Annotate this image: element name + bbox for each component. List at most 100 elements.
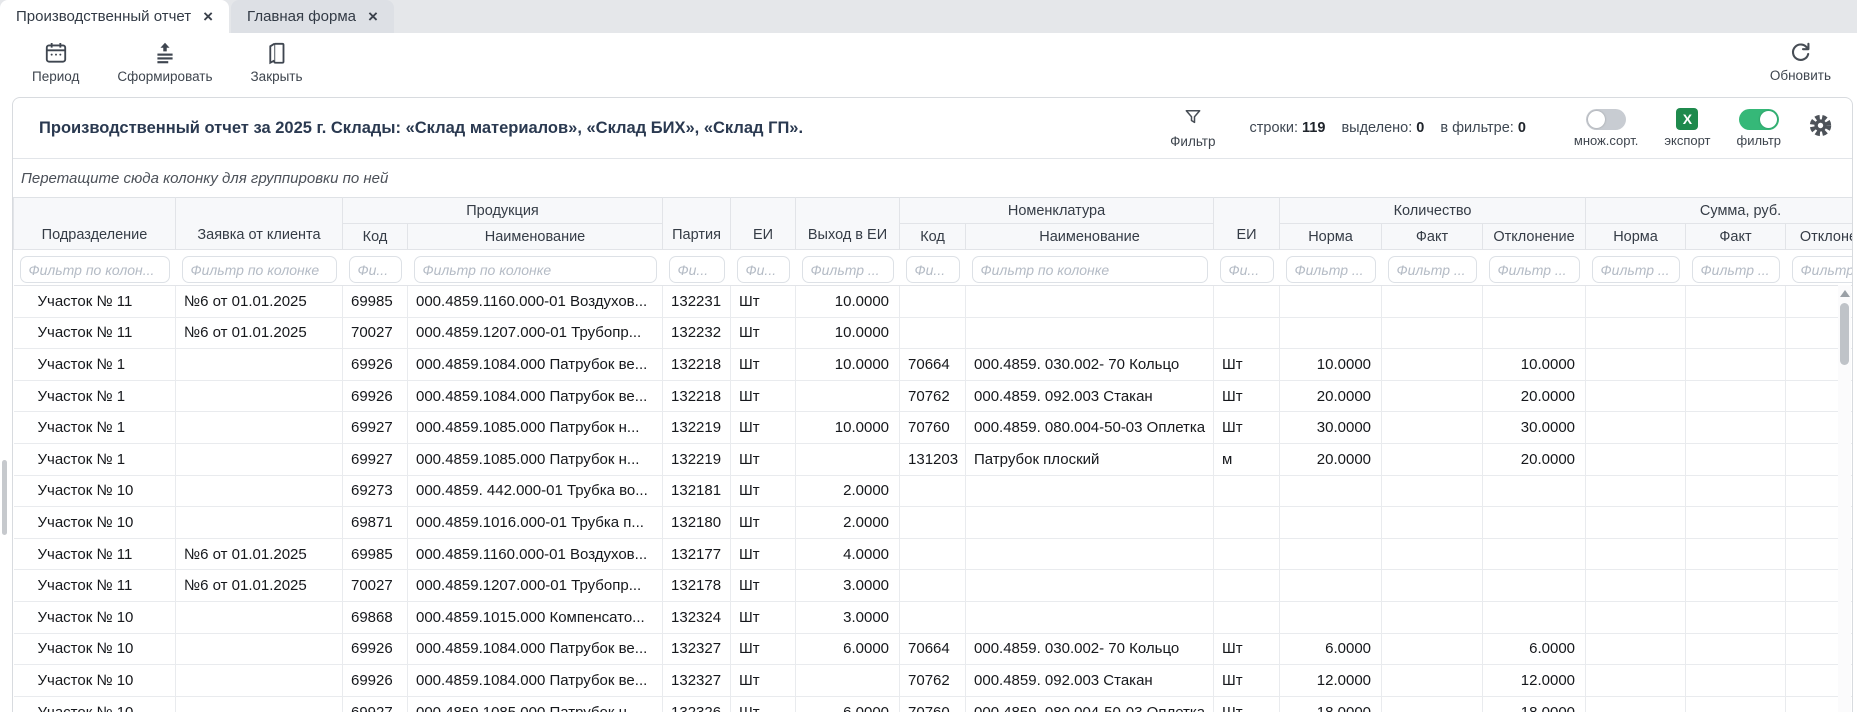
column-filter-input[interactable] — [20, 256, 170, 283]
table-row[interactable]: Участок № 169926000.4859.1084.000 Патруб… — [14, 380, 1854, 412]
column-header[interactable]: Наименование — [966, 224, 1214, 250]
refresh-button[interactable]: Обновить — [1760, 38, 1841, 85]
cell: Шт — [731, 601, 796, 633]
table-row[interactable]: Участок № 1069868000.4859.1015.000 Компе… — [14, 601, 1854, 633]
cell: 70664 — [900, 349, 966, 381]
cell: 70760 — [900, 696, 966, 712]
column-header[interactable]: Партия — [663, 198, 731, 250]
table-row[interactable]: Участок № 11№6 от 01.01.202570027000.485… — [14, 317, 1854, 349]
column-header[interactable]: Норма — [1586, 224, 1686, 250]
column-filter-input[interactable] — [1489, 256, 1580, 283]
column-filter-input[interactable] — [414, 256, 657, 283]
cell: Шт — [1214, 696, 1280, 712]
export-button[interactable]: X экспорт — [1664, 108, 1710, 148]
cell: 000.4859. 092.003 Стакан — [966, 665, 1214, 697]
scroll-up-arrow-icon[interactable] — [1840, 290, 1850, 297]
filter-toggle[interactable]: фильтр — [1737, 109, 1781, 148]
group-drop-zone[interactable]: Перетащите сюда колонку для группировки … — [13, 159, 1852, 197]
column-header[interactable]: Отклонение — [1483, 224, 1586, 250]
cell: №6 от 01.01.2025 — [176, 286, 343, 318]
column-filter-input[interactable] — [802, 256, 894, 283]
cell: 000.4859. 080.004-50-03 Оплетка — [966, 412, 1214, 444]
cell: 10.0000 — [796, 412, 900, 444]
table-row[interactable]: Участок № 11№6 от 01.01.202570027000.485… — [14, 570, 1854, 602]
cell: Участок № 1 — [14, 349, 176, 381]
tab-close-icon[interactable]: × — [368, 8, 378, 25]
column-header[interactable]: Отклонение — [1786, 224, 1853, 250]
cell: Шт — [731, 286, 796, 318]
cell: Участок № 1 — [14, 443, 176, 475]
cell — [176, 601, 343, 633]
cell: 3.0000 — [796, 570, 900, 602]
cell: Шт — [731, 696, 796, 712]
table-row[interactable]: Участок № 169927000.4859.1085.000 Патруб… — [14, 412, 1854, 444]
tab-close-icon[interactable]: × — [203, 8, 213, 25]
column-filter-input[interactable] — [1220, 256, 1274, 283]
scrollbar-thumb[interactable] — [1840, 303, 1849, 365]
table-row[interactable]: Участок № 169926000.4859.1084.000 Патруб… — [14, 349, 1854, 381]
column-filter-input[interactable] — [1692, 256, 1780, 283]
cell: 12.0000 — [1483, 665, 1586, 697]
period-button[interactable]: Период — [22, 38, 89, 86]
cell: 6.0000 — [1280, 633, 1382, 665]
cell — [796, 380, 900, 412]
table-row[interactable]: Участок № 1069926000.4859.1084.000 Патру… — [14, 665, 1854, 697]
generate-button[interactable]: Сформировать — [107, 38, 222, 86]
column-header[interactable]: Факт — [1686, 224, 1786, 250]
column-filter-input[interactable] — [1286, 256, 1376, 283]
column-filter-input[interactable] — [1592, 256, 1680, 283]
filter-cell — [1586, 250, 1686, 286]
cell — [1586, 349, 1686, 381]
cell: 20.0000 — [1483, 380, 1586, 412]
cell — [176, 665, 343, 697]
close-button[interactable]: Закрыть — [241, 38, 313, 86]
column-header[interactable]: ЕИ — [731, 198, 796, 250]
table-row[interactable]: Участок № 1069927000.4859.1085.000 Патру… — [14, 696, 1854, 712]
column-filter-input[interactable] — [1388, 256, 1477, 283]
column-header[interactable]: Выход в ЕИ — [796, 198, 900, 250]
tab-main-form[interactable]: Главная форма × — [231, 0, 394, 33]
cell: 000.4859.1160.000-01 Воздухов... — [408, 286, 663, 318]
column-filter-input[interactable] — [737, 256, 790, 283]
multisort-toggle[interactable]: множ.сорт. — [1574, 109, 1638, 148]
settings-button[interactable] — [1807, 112, 1834, 144]
filter-button[interactable]: Фильтр — [1170, 107, 1215, 149]
column-filter-input[interactable] — [349, 256, 402, 283]
column-header[interactable]: Норма — [1280, 224, 1382, 250]
column-header[interactable]: Код — [343, 224, 408, 250]
cell — [1483, 317, 1586, 349]
table-row[interactable]: Участок № 1069871000.4859.1016.000-01 Тр… — [14, 507, 1854, 539]
cell — [1586, 507, 1686, 539]
column-filter-input[interactable] — [972, 256, 1208, 283]
gear-icon — [1807, 112, 1834, 144]
cell: Участок № 11 — [14, 570, 176, 602]
vertical-scrollbar[interactable] — [1838, 285, 1851, 712]
group-header-quantity: Количество — [1280, 198, 1586, 224]
table-row[interactable]: Участок № 11№6 от 01.01.202569985000.485… — [14, 286, 1854, 318]
column-header[interactable]: Факт — [1382, 224, 1483, 250]
cell: м — [1214, 443, 1280, 475]
table-row[interactable]: Участок № 11№6 от 01.01.202569985000.485… — [14, 538, 1854, 570]
column-header[interactable]: Заявка от клиента — [176, 198, 343, 250]
column-header[interactable]: ЕИ — [1214, 198, 1280, 250]
column-filter-input[interactable] — [669, 256, 725, 283]
left-scrollbar-thumb[interactable] — [2, 460, 7, 535]
table-row[interactable]: Участок № 169927000.4859.1085.000 Патруб… — [14, 443, 1854, 475]
column-header[interactable]: Наименование — [408, 224, 663, 250]
cell: 000.4859.1016.000-01 Трубка п... — [408, 507, 663, 539]
cell: 3.0000 — [796, 601, 900, 633]
table-row[interactable]: Участок № 1069926000.4859.1084.000 Патру… — [14, 633, 1854, 665]
table-row[interactable]: Участок № 1069273000.4859. 442.000-01 Тр… — [14, 475, 1854, 507]
tab-production-report[interactable]: Производственный отчет × — [0, 0, 229, 33]
column-header[interactable]: Подразделение — [14, 198, 176, 250]
tab-label: Производственный отчет — [16, 8, 191, 25]
column-filter-input[interactable] — [906, 256, 960, 283]
cell: 20.0000 — [1483, 443, 1586, 475]
column-filter-input[interactable] — [1792, 256, 1853, 283]
cell — [176, 443, 343, 475]
cell — [900, 570, 966, 602]
export-label: экспорт — [1664, 133, 1710, 148]
column-header[interactable]: Код — [900, 224, 966, 250]
cell — [1214, 570, 1280, 602]
column-filter-input[interactable] — [182, 256, 337, 283]
